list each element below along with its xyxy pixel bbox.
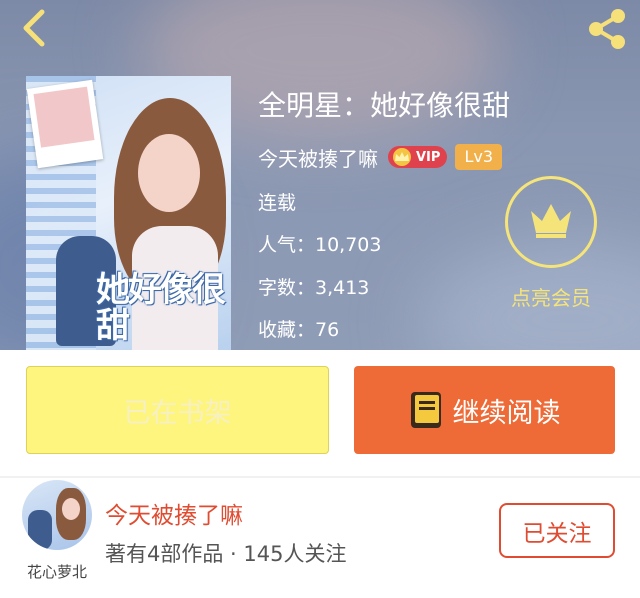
level-badge: Lv3 [455,144,502,170]
continue-reading-label: 继续阅读 [452,397,561,429]
follow-label: 已关注 [522,520,592,547]
section-divider [0,476,640,478]
vip-badge: VIP [388,146,448,168]
word-count-stat: 字数：3,413 [258,277,370,299]
book-header: 她好像很甜 全明星：她好像很甜 今天被揍了嘛 VIP Lv3 连载 人气：10,… [0,0,640,350]
chevron-left-icon [23,9,45,47]
on-shelf-button[interactable]: 已在书架 [26,366,329,454]
book-icon [410,392,441,428]
book-cover[interactable]: 她好像很甜 [26,76,231,350]
vip-crown-icon [393,148,411,166]
back-button[interactable] [14,6,58,50]
cover-title-text: 她好像很甜 [96,270,226,346]
author-row: 今天被揍了嘛 VIP Lv3 [258,143,502,172]
author-profile-meta: 著有4部作品 · 145人关注 [105,542,347,566]
on-shelf-label: 已在书架 [123,397,232,429]
serial-status: 连载 [258,192,297,214]
author-name[interactable]: 今天被揍了嘛 [258,143,378,172]
share-button[interactable] [582,4,632,54]
vip-label: VIP [416,149,441,165]
member-button[interactable] [505,176,597,268]
avatar[interactable] [22,480,92,550]
favorites-stat: 收藏：76 [258,319,340,341]
continue-reading-button[interactable]: 继续阅读 [354,366,615,454]
cover-figure-face [138,134,200,212]
follow-button[interactable]: 已关注 [499,503,615,558]
cover-photo [26,79,104,169]
member-label[interactable]: 点亮会员 [505,282,597,311]
crown-icon [531,204,571,238]
author-profile-name[interactable]: 今天被揍了嘛 [105,496,243,530]
popularity-stat: 人气：10,703 [258,234,382,256]
avatar-tag: 花心萝北 [26,563,87,581]
share-icon [589,9,625,49]
book-title: 全明星：她好像很甜 [258,89,511,122]
